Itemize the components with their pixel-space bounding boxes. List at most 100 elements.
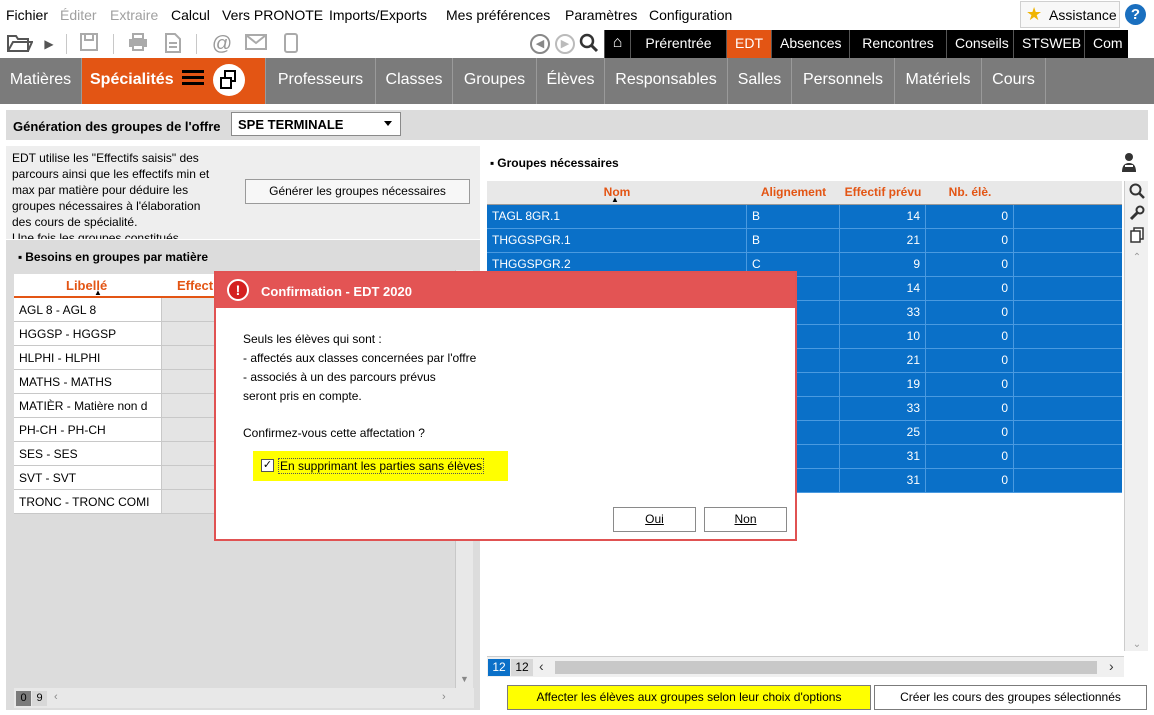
col-effectif-prevu[interactable]: Effectif prévu — [840, 185, 926, 199]
forward-icon[interactable]: ▶ — [555, 34, 575, 54]
tab-classes[interactable]: Classes — [376, 58, 453, 104]
mail-icon[interactable] — [245, 33, 267, 55]
search-icon[interactable] — [578, 33, 600, 55]
tab-cours[interactable]: Cours — [982, 58, 1046, 104]
col-alignement[interactable]: Alignement — [747, 185, 840, 199]
info-text: EDT utilise les "Effectifs saisis" des p… — [12, 150, 232, 239]
row-label: PH-CH - PH-CH — [14, 418, 162, 441]
group-planned: 25 — [840, 421, 926, 444]
create-courses-button[interactable]: Créer les cours des groupes sélectionnés — [874, 685, 1147, 710]
no-button-label: Non — [734, 512, 757, 526]
remove-empty-parts-checkbox[interactable]: ✓ En supprimant les parties sans élèves — [253, 451, 508, 481]
tab-materiels[interactable]: Matériels — [895, 58, 982, 104]
chevron-right-icon[interactable]: › — [1109, 658, 1114, 674]
search-icon[interactable] — [1128, 183, 1146, 201]
toolbar-separator — [196, 34, 197, 54]
tab-absences[interactable]: Absences — [771, 30, 849, 58]
table-tools: ⌃ ⌄ — [1124, 181, 1148, 651]
dialog-line: seront pris en compte. — [243, 389, 362, 403]
selected-count: 12 — [511, 659, 533, 676]
group-planned: 33 — [840, 301, 926, 324]
offer-select[interactable]: SPE TERMINALE — [231, 112, 401, 136]
phone-icon[interactable] — [280, 33, 302, 55]
menu-bar: Fichier Éditer Extraire Calcul Vers PRON… — [0, 0, 1154, 30]
wrench-icon[interactable] — [1128, 205, 1146, 223]
chevron-left-icon[interactable]: ‹ — [539, 658, 544, 674]
tab-conseils[interactable]: Conseils — [946, 30, 1013, 58]
checkbox-icon[interactable]: ✓ — [261, 459, 274, 472]
document-icon[interactable] — [162, 33, 184, 55]
needs-section-label: Besoins en groupes par matière — [25, 250, 208, 264]
save-icon[interactable] — [78, 33, 100, 55]
no-button[interactable]: Non — [704, 507, 787, 532]
group-planned: 31 — [840, 469, 926, 492]
menu-parametres[interactable]: Paramètres — [565, 7, 637, 23]
menu-fichier[interactable]: Fichier — [6, 7, 48, 23]
chevron-right-icon[interactable]: › — [442, 691, 446, 703]
row-label: MATHS - MATHS — [14, 370, 162, 393]
tab-professeurs[interactable]: Professeurs — [266, 58, 376, 104]
sort-arrow-icon: ▲ — [611, 195, 619, 204]
table-row[interactable]: TAGL 8GR.1 B 14 0 — [487, 205, 1122, 229]
generation-label: Génération des groupes de l'offre — [13, 119, 221, 134]
tab-prerentree[interactable]: Prérentrée — [630, 30, 726, 58]
tab-specialites[interactable]: Spécialités — [82, 58, 266, 104]
list-icon[interactable] — [182, 70, 204, 88]
generate-groups-button[interactable]: Générer les groupes nécessaires — [245, 179, 470, 204]
scroll-thumb[interactable] — [555, 661, 1097, 674]
assistance-button[interactable]: ★ Assistance — [1020, 1, 1120, 28]
print-icon[interactable] — [127, 33, 149, 55]
horizontal-scrollbar[interactable]: 0 9 ‹ › — [14, 688, 474, 708]
menu-vers-pronote[interactable]: Vers PRONOTE — [222, 7, 323, 23]
chevron-left-icon[interactable]: ‹ — [54, 691, 58, 703]
person-icon[interactable] — [1120, 151, 1138, 173]
tab-matieres[interactable]: Matières — [0, 58, 82, 104]
tab-personnels[interactable]: Personnels — [792, 58, 895, 104]
chevron-down-icon[interactable]: ⌄ — [1128, 636, 1146, 654]
menu-mes-preferences[interactable]: Mes préférences — [446, 7, 550, 23]
tab-stsweb[interactable]: STSWEB — [1013, 30, 1084, 58]
secondary-tabs: Matières Spécialités Professeurs Classes… — [0, 58, 1154, 104]
menu-configuration[interactable]: Configuration — [649, 7, 732, 23]
home-icon[interactable]: ⌂ — [604, 30, 630, 58]
tab-edt[interactable]: EDT — [726, 30, 771, 58]
menu-editer[interactable]: Éditer — [60, 7, 97, 23]
copy-icon[interactable] — [1128, 227, 1146, 245]
yes-button[interactable]: Oui — [613, 507, 696, 532]
menu-calcul[interactable]: Calcul — [171, 7, 210, 23]
tab-eleves[interactable]: Élèves — [537, 58, 605, 104]
tab-responsables[interactable]: Responsables — [605, 58, 728, 104]
groups-section-label: Groupes nécessaires — [497, 156, 619, 170]
open-folder-icon[interactable] — [6, 33, 34, 55]
yes-button-label: Oui — [645, 512, 664, 526]
at-icon[interactable]: @ — [211, 33, 233, 55]
table-row[interactable]: THGGSPGR.1 B 21 0 — [487, 229, 1122, 253]
row-label: AGL 8 - AGL 8 — [14, 298, 162, 321]
group-alignment: B — [747, 229, 840, 252]
col-effectif[interactable]: Effect — [177, 278, 213, 293]
chevron-up-icon[interactable]: ⌃ — [1128, 249, 1146, 267]
tab-groupes[interactable]: Groupes — [453, 58, 537, 104]
group-planned: 21 — [840, 229, 926, 252]
chevron-down-icon[interactable]: ▼ — [460, 674, 469, 684]
toolbar-separator — [66, 34, 67, 54]
menu-imports-exports[interactable]: Imports/Exports — [329, 7, 427, 23]
checkbox-label[interactable]: En supprimant les parties sans élèves — [278, 458, 485, 474]
menu-extraire[interactable]: Extraire — [110, 7, 158, 23]
group-students: 0 — [926, 253, 1014, 276]
play-icon[interactable]: ▶ — [38, 33, 60, 55]
toolbar-separator — [113, 34, 114, 54]
tab-com[interactable]: Com — [1084, 30, 1128, 58]
tab-rencontres[interactable]: Rencontres — [849, 30, 946, 58]
group-name: THGGSPGR.1 — [487, 229, 747, 252]
help-button[interactable]: ? — [1125, 4, 1146, 25]
back-icon[interactable]: ◀ — [530, 34, 550, 54]
tab-salles[interactable]: Salles — [728, 58, 792, 104]
alert-icon: ! — [227, 279, 249, 301]
col-nb-eleves[interactable]: Nb. élè. — [926, 185, 1014, 199]
multi-window-icon[interactable] — [213, 64, 245, 96]
sort-arrow-icon: ▲ — [94, 288, 102, 297]
horizontal-scrollbar[interactable]: 12 12 ‹ › — [487, 656, 1124, 677]
assign-students-button[interactable]: Affecter les élèves aux groupes selon le… — [507, 685, 871, 710]
group-students: 0 — [926, 205, 1014, 228]
